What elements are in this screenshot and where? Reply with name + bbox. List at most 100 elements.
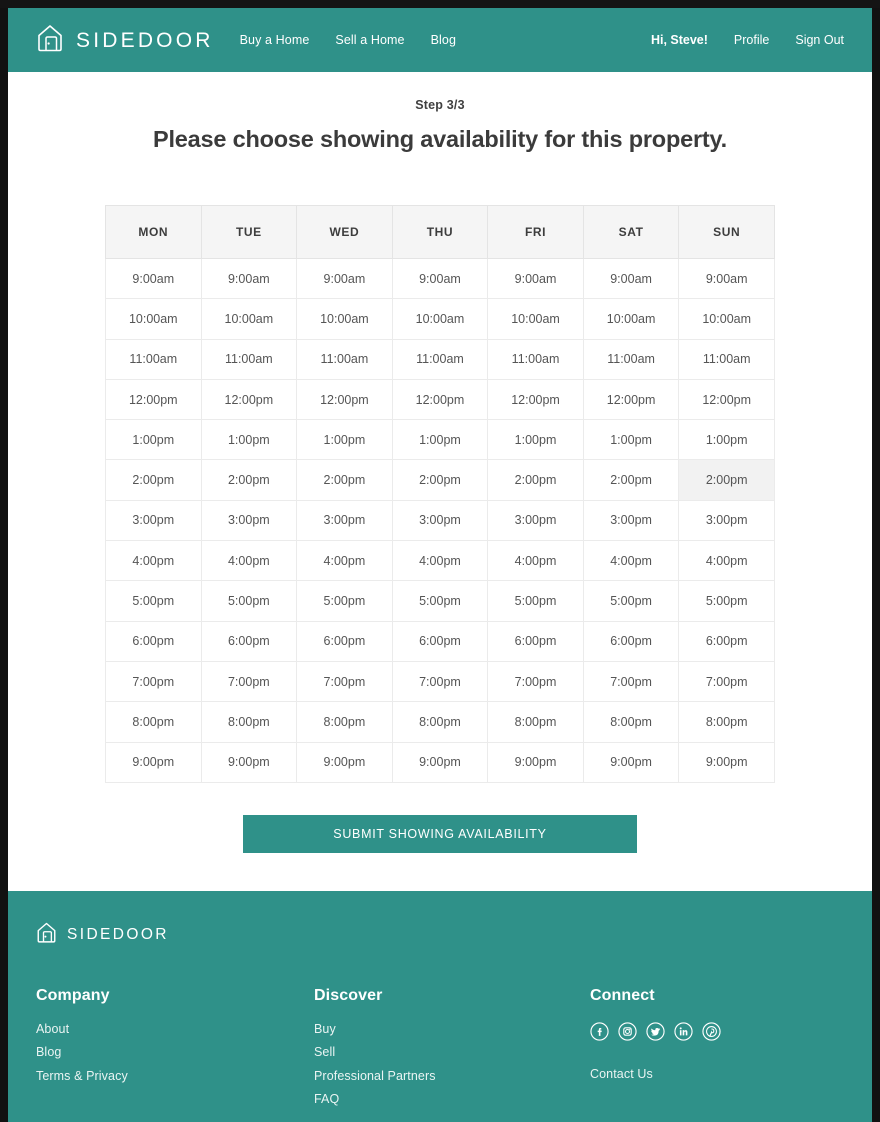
footer-link-faq[interactable]: FAQ <box>314 1092 590 1106</box>
slot-cell-fri-12:00pm[interactable]: 12:00pm <box>487 378 584 421</box>
slot-cell-sat-9:00am[interactable]: 9:00am <box>582 257 680 300</box>
slot-cell-mon-12:00pm[interactable]: 12:00pm <box>105 378 202 421</box>
facebook-icon[interactable] <box>590 1022 609 1041</box>
slot-cell-tue-9:00pm[interactable]: 9:00pm <box>200 741 298 783</box>
slot-cell-mon-1:00pm[interactable]: 1:00pm <box>105 419 202 461</box>
slot-cell-thu-11:00am[interactable]: 11:00am <box>391 338 489 380</box>
slot-cell-mon-2:00pm[interactable]: 2:00pm <box>105 459 202 501</box>
slot-cell-thu-10:00am[interactable]: 10:00am <box>391 298 489 340</box>
nav-link-buy-a-home[interactable]: Buy a Home <box>240 33 310 47</box>
slot-cell-sun-2:00pm[interactable]: 2:00pm <box>678 459 775 501</box>
slot-cell-tue-4:00pm[interactable]: 4:00pm <box>200 540 298 582</box>
slot-cell-sun-9:00am[interactable]: 9:00am <box>678 257 775 300</box>
slot-cell-fri-9:00pm[interactable]: 9:00pm <box>487 741 584 783</box>
slot-cell-sun-5:00pm[interactable]: 5:00pm <box>678 580 775 622</box>
slot-cell-wed-5:00pm[interactable]: 5:00pm <box>296 580 393 622</box>
slot-cell-wed-9:00pm[interactable]: 9:00pm <box>296 741 393 783</box>
slot-cell-sat-11:00am[interactable]: 11:00am <box>582 338 680 380</box>
slot-cell-thu-2:00pm[interactable]: 2:00pm <box>391 459 489 501</box>
slot-cell-sat-2:00pm[interactable]: 2:00pm <box>582 459 680 501</box>
slot-cell-wed-7:00pm[interactable]: 7:00pm <box>296 660 393 703</box>
footer-link-contact-us[interactable]: Contact Us <box>590 1067 830 1081</box>
slot-cell-mon-3:00pm[interactable]: 3:00pm <box>105 499 202 542</box>
slot-cell-thu-5:00pm[interactable]: 5:00pm <box>391 580 489 622</box>
slot-cell-sun-8:00pm[interactable]: 8:00pm <box>678 701 775 743</box>
slot-cell-thu-1:00pm[interactable]: 1:00pm <box>391 419 489 461</box>
slot-cell-fri-1:00pm[interactable]: 1:00pm <box>487 419 584 461</box>
slot-cell-tue-1:00pm[interactable]: 1:00pm <box>200 419 298 461</box>
slot-cell-thu-3:00pm[interactable]: 3:00pm <box>391 499 489 542</box>
slot-cell-tue-7:00pm[interactable]: 7:00pm <box>200 660 298 703</box>
slot-cell-fri-6:00pm[interactable]: 6:00pm <box>487 620 584 662</box>
slot-cell-thu-8:00pm[interactable]: 8:00pm <box>391 701 489 743</box>
slot-cell-tue-10:00am[interactable]: 10:00am <box>200 298 298 340</box>
slot-cell-thu-12:00pm[interactable]: 12:00pm <box>391 378 489 421</box>
slot-cell-fri-9:00am[interactable]: 9:00am <box>487 257 584 300</box>
slot-cell-mon-11:00am[interactable]: 11:00am <box>105 338 202 380</box>
footer-link-sell[interactable]: Sell <box>314 1045 590 1059</box>
nav-link-sell-a-home[interactable]: Sell a Home <box>335 33 404 47</box>
slot-cell-mon-5:00pm[interactable]: 5:00pm <box>105 580 202 622</box>
slot-cell-thu-9:00am[interactable]: 9:00am <box>391 257 489 300</box>
linkedin-icon[interactable] <box>674 1022 693 1041</box>
slot-cell-wed-12:00pm[interactable]: 12:00pm <box>296 378 393 421</box>
slot-cell-fri-8:00pm[interactable]: 8:00pm <box>487 701 584 743</box>
slot-cell-sat-5:00pm[interactable]: 5:00pm <box>582 580 680 622</box>
slot-cell-tue-12:00pm[interactable]: 12:00pm <box>200 378 298 421</box>
slot-cell-sun-3:00pm[interactable]: 3:00pm <box>678 499 775 542</box>
slot-cell-tue-2:00pm[interactable]: 2:00pm <box>200 459 298 501</box>
footer-link-blog[interactable]: Blog <box>36 1045 314 1059</box>
instagram-icon[interactable] <box>618 1022 637 1041</box>
slot-cell-sun-1:00pm[interactable]: 1:00pm <box>678 419 775 461</box>
slot-cell-wed-1:00pm[interactable]: 1:00pm <box>296 419 393 461</box>
slot-cell-sun-4:00pm[interactable]: 4:00pm <box>678 540 775 582</box>
slot-cell-wed-6:00pm[interactable]: 6:00pm <box>296 620 393 662</box>
nav-link-blog[interactable]: Blog <box>431 33 456 47</box>
slot-cell-fri-5:00pm[interactable]: 5:00pm <box>487 580 584 622</box>
slot-cell-thu-6:00pm[interactable]: 6:00pm <box>391 620 489 662</box>
slot-cell-sun-6:00pm[interactable]: 6:00pm <box>678 620 775 662</box>
slot-cell-sun-11:00am[interactable]: 11:00am <box>678 338 775 380</box>
slot-cell-mon-9:00pm[interactable]: 9:00pm <box>105 741 202 783</box>
slot-cell-mon-9:00am[interactable]: 9:00am <box>105 257 202 300</box>
slot-cell-sun-9:00pm[interactable]: 9:00pm <box>678 741 775 783</box>
slot-cell-fri-7:00pm[interactable]: 7:00pm <box>487 660 584 703</box>
slot-cell-fri-11:00am[interactable]: 11:00am <box>487 338 584 380</box>
slot-cell-wed-11:00am[interactable]: 11:00am <box>296 338 393 380</box>
slot-cell-wed-8:00pm[interactable]: 8:00pm <box>296 701 393 743</box>
slot-cell-tue-9:00am[interactable]: 9:00am <box>200 257 298 300</box>
slot-cell-thu-9:00pm[interactable]: 9:00pm <box>391 741 489 783</box>
slot-cell-fri-10:00am[interactable]: 10:00am <box>487 298 584 340</box>
slot-cell-wed-4:00pm[interactable]: 4:00pm <box>296 540 393 582</box>
slot-cell-sat-3:00pm[interactable]: 3:00pm <box>582 499 680 542</box>
slot-cell-thu-4:00pm[interactable]: 4:00pm <box>391 540 489 582</box>
slot-cell-sun-10:00am[interactable]: 10:00am <box>678 298 775 340</box>
slot-cell-sat-7:00pm[interactable]: 7:00pm <box>582 660 680 703</box>
slot-cell-sat-1:00pm[interactable]: 1:00pm <box>582 419 680 461</box>
slot-cell-tue-6:00pm[interactable]: 6:00pm <box>200 620 298 662</box>
slot-cell-tue-3:00pm[interactable]: 3:00pm <box>200 499 298 542</box>
pinterest-icon[interactable] <box>702 1022 721 1041</box>
slot-cell-sat-12:00pm[interactable]: 12:00pm <box>582 378 680 421</box>
slot-cell-sat-8:00pm[interactable]: 8:00pm <box>582 701 680 743</box>
slot-cell-fri-2:00pm[interactable]: 2:00pm <box>487 459 584 501</box>
footer-link-buy[interactable]: Buy <box>314 1022 590 1036</box>
slot-cell-mon-6:00pm[interactable]: 6:00pm <box>105 620 202 662</box>
user-greeting[interactable]: Hi, Steve! <box>651 33 708 47</box>
slot-cell-sat-10:00am[interactable]: 10:00am <box>582 298 680 340</box>
slot-cell-wed-3:00pm[interactable]: 3:00pm <box>296 499 393 542</box>
footer-link-about[interactable]: About <box>36 1022 314 1036</box>
slot-cell-tue-11:00am[interactable]: 11:00am <box>200 338 298 380</box>
twitter-icon[interactable] <box>646 1022 665 1041</box>
nav-link-sign-out[interactable]: Sign Out <box>795 33 844 47</box>
footer-link-terms-privacy[interactable]: Terms & Privacy <box>36 1069 314 1083</box>
slot-cell-fri-4:00pm[interactable]: 4:00pm <box>487 540 584 582</box>
slot-cell-sat-9:00pm[interactable]: 9:00pm <box>582 741 680 783</box>
slot-cell-mon-4:00pm[interactable]: 4:00pm <box>105 540 202 582</box>
slot-cell-mon-8:00pm[interactable]: 8:00pm <box>105 701 202 743</box>
slot-cell-mon-7:00pm[interactable]: 7:00pm <box>105 660 202 703</box>
submit-showing-availability-button[interactable]: SUBMIT SHOWING AVAILABILITY <box>243 814 637 853</box>
slot-cell-sun-12:00pm[interactable]: 12:00pm <box>678 378 775 421</box>
slot-cell-sun-7:00pm[interactable]: 7:00pm <box>678 660 775 703</box>
footer-link-professional-partners[interactable]: Professional Partners <box>314 1069 590 1083</box>
